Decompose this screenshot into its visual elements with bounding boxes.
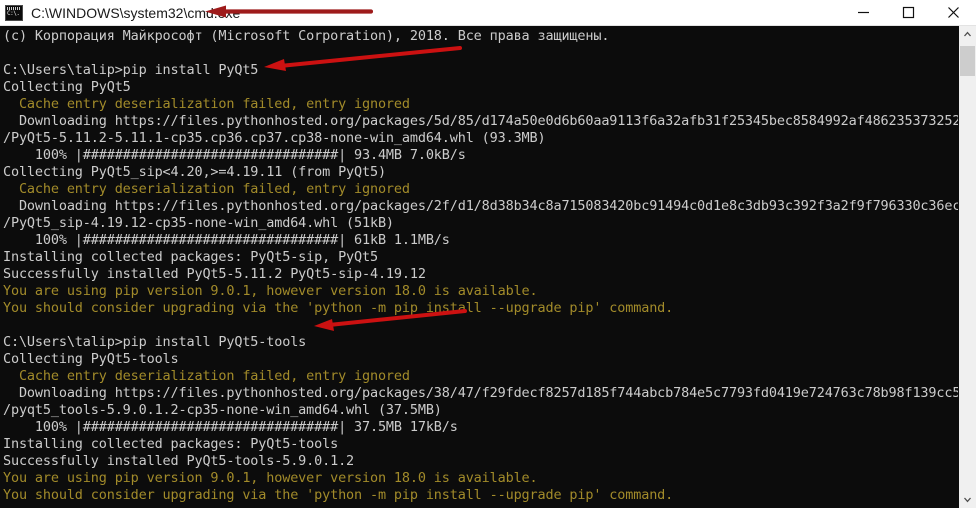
console-line: Successfully installed PyQt5-tools-5.9.0… bbox=[3, 453, 355, 469]
console-line: Successfully installed PyQt5-5.11.2 PyQt… bbox=[3, 266, 426, 282]
console-output[interactable]: (c) Корпорация Майкрософт (Microsoft Cor… bbox=[0, 26, 958, 508]
cmd-console-icon bbox=[5, 4, 23, 21]
console-line: C:\Users\talip>pip install PyQt5 bbox=[3, 62, 259, 78]
window-controls bbox=[841, 0, 976, 26]
console-line: Installing collected packages: PyQt5-too… bbox=[3, 436, 339, 452]
console-line: Downloading https://files.pythonhosted.o… bbox=[3, 113, 958, 129]
console-line: /PyQt5-5.11.2-5.11.1-cp35.cp36.cp37.cp38… bbox=[3, 130, 546, 146]
maximize-icon[interactable] bbox=[886, 0, 931, 26]
console-line: 100% |################################| … bbox=[3, 147, 466, 163]
console-line: You should consider upgrading via the 'p… bbox=[3, 487, 674, 503]
console-line: Downloading https://files.pythonhosted.o… bbox=[3, 385, 958, 401]
console-line: Installing collected packages: PyQt5-sip… bbox=[3, 249, 378, 265]
console-line: Collecting PyQt5 bbox=[3, 79, 131, 95]
console-line: C:\Users\talip>pip install PyQt5-tools bbox=[3, 334, 307, 350]
console-line: Cache entry deserialization failed, entr… bbox=[3, 368, 410, 384]
console-line: 100% |################################| … bbox=[3, 232, 450, 248]
console-line: 100% |################################| … bbox=[3, 419, 458, 435]
window-title: C:\WINDOWS\system32\cmd.exe bbox=[31, 4, 241, 21]
console-line: Cache entry deserialization failed, entr… bbox=[3, 96, 410, 112]
console-line: Downloading https://files.pythonhosted.o… bbox=[3, 198, 958, 214]
minimize-icon[interactable] bbox=[841, 0, 886, 26]
console-line: Cache entry deserialization failed, entr… bbox=[3, 181, 410, 197]
chevron-down-icon[interactable] bbox=[959, 491, 976, 508]
console-line: Collecting PyQt5-tools bbox=[3, 351, 179, 367]
close-icon[interactable] bbox=[931, 0, 976, 26]
cmd-window: C:\WINDOWS\system32\cmd.exe (c) Корпорац… bbox=[0, 0, 976, 508]
console-line: /PyQt5_sip-4.19.12-cp35-none-win_amd64.w… bbox=[3, 215, 394, 231]
console-line: You should consider upgrading via the 'p… bbox=[3, 300, 674, 316]
console-line: You are using pip version 9.0.1, however… bbox=[3, 283, 538, 299]
console-line: (c) Корпорация Майкрософт (Microsoft Cor… bbox=[3, 28, 610, 44]
scrollbar-track[interactable] bbox=[959, 26, 976, 508]
console-line: You are using pip version 9.0.1, however… bbox=[3, 470, 538, 486]
title-bar[interactable]: C:\WINDOWS\system32\cmd.exe bbox=[0, 0, 976, 26]
scrollbar-thumb[interactable] bbox=[960, 46, 975, 76]
console-line: Collecting PyQt5_sip<4.20,>=4.19.11 (fro… bbox=[3, 164, 386, 180]
vertical-scrollbar[interactable] bbox=[958, 26, 976, 508]
console-line: /pyqt5_tools-5.9.0.1.2-cp35-none-win_amd… bbox=[3, 402, 442, 418]
